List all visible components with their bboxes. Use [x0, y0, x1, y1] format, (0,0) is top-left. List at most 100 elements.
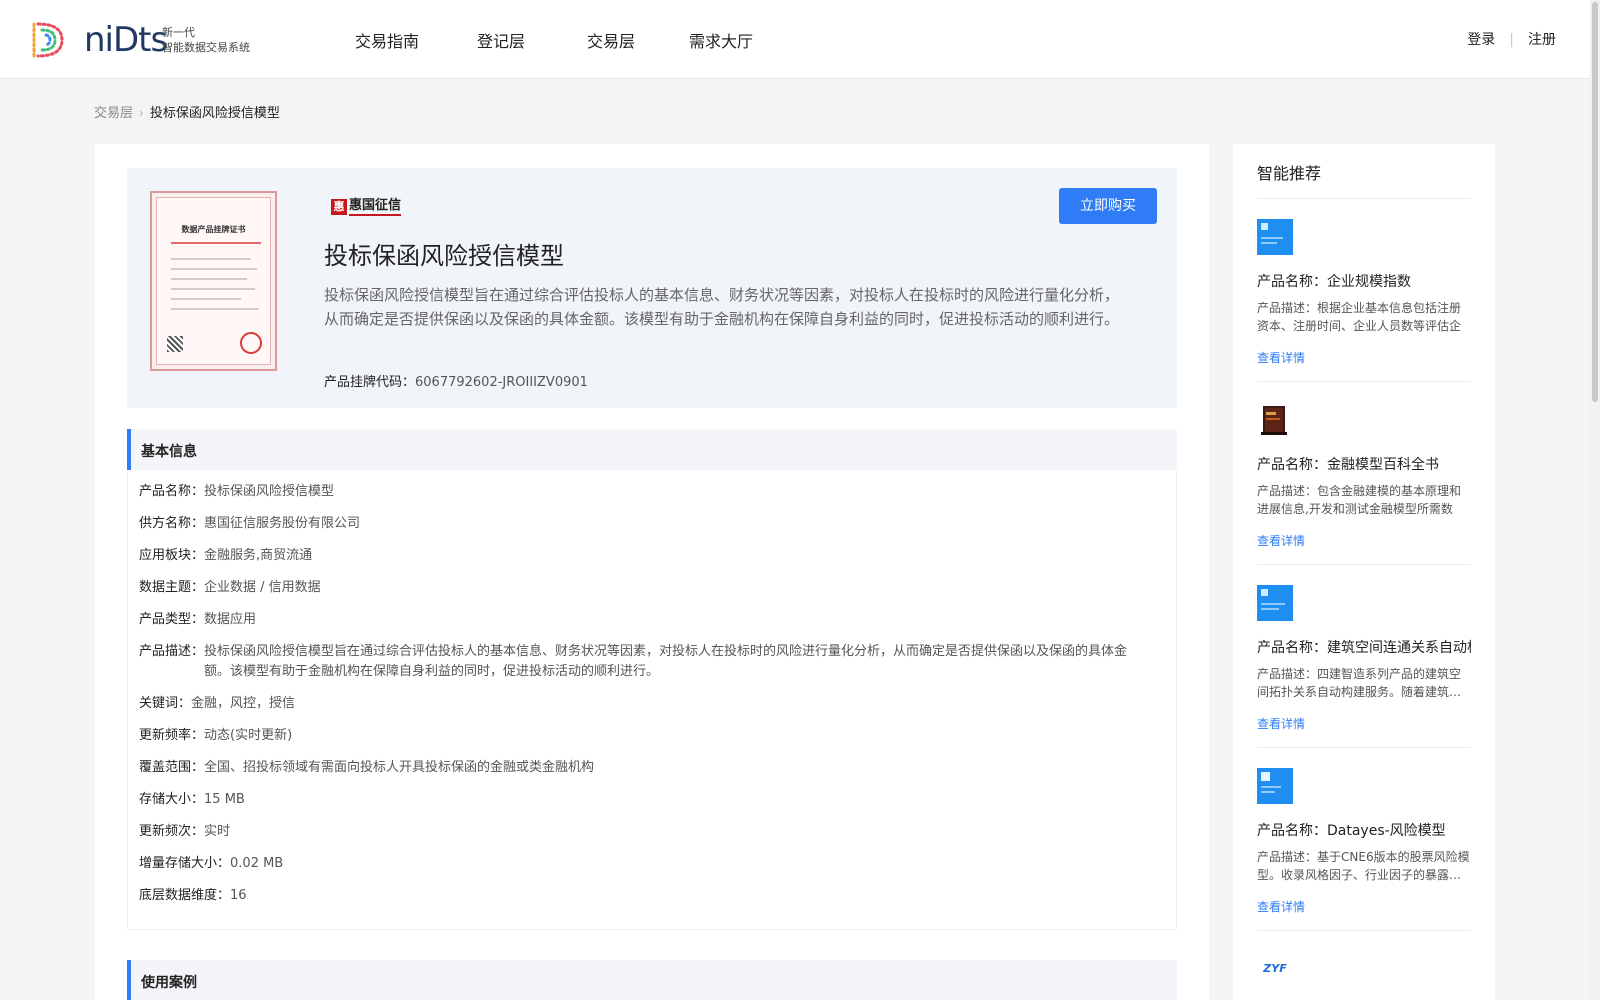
info-value: 15 MB: [204, 792, 245, 807]
use-cases-header: 使用案例: [127, 960, 1177, 1000]
view-details-link[interactable]: 查看详情: [1257, 898, 1305, 915]
top-header: niDts 新一代 智能数据交易系统 交易指南 登记层 交易层 需求大厅 登录 |…: [0, 0, 1600, 79]
view-details-link[interactable]: 查看详情: [1257, 532, 1305, 549]
breadcrumb: 交易层 › 投标保函风险授信模型: [94, 102, 280, 121]
info-row-dimensions: 底层数据维度：16: [139, 886, 247, 906]
info-value: 惠国征信服务股份有限公司: [204, 516, 361, 531]
basic-info-list: 产品名称：投标保函风险授信模型 供方名称：惠国征信服务股份有限公司 应用板块：金…: [127, 472, 1177, 930]
register-link[interactable]: 注册: [1528, 32, 1556, 48]
recommendation-description: 产品描述：包含金融建模的基本原理和进展信息,开发和测试金融模型所需数据…: [1257, 484, 1462, 516]
certificate-line: [171, 308, 259, 310]
auth-divider: |: [1509, 32, 1514, 48]
certificate-line: [171, 278, 247, 280]
page-scrollbar[interactable]: [1590, 0, 1600, 1000]
view-details-link[interactable]: 查看详情: [1257, 349, 1305, 366]
certificate-line: [171, 268, 257, 270]
product-thumbnail-icon: [1257, 219, 1293, 255]
info-label: 增量存储大小：: [139, 856, 231, 871]
info-value: 动态(实时更新): [204, 728, 293, 743]
info-row-storage-size: 存储大小：15 MB: [139, 790, 245, 810]
provider-brand-logo: 惠惠国征信: [331, 198, 402, 216]
brand-mark-icon: 惠: [331, 199, 347, 215]
info-row-type: 产品类型：数据应用: [139, 610, 256, 630]
certificate-line: [171, 258, 251, 260]
info-label: 产品类型：: [139, 612, 205, 627]
nav-trading-guide[interactable]: 交易指南: [355, 28, 419, 52]
logo-subtitle-2: 智能数据交易系统: [162, 41, 250, 54]
info-label: 底层数据维度：: [139, 888, 231, 903]
certificate-title: 数据产品挂牌证书: [181, 225, 246, 234]
product-detail-card: 数据产品挂牌证书 惠惠国征信 立即购买 投标保函风险授信模型 投标保函风险授信模…: [95, 144, 1209, 1000]
basic-info-header: 基本信息: [127, 429, 1177, 470]
recommendation-name: 产品名称：建筑空间连通关系自动构建服务: [1257, 640, 1471, 656]
info-value: 0.02 MB: [230, 856, 284, 871]
breadcrumb-parent[interactable]: 交易层: [94, 106, 133, 121]
sidebar-title: 智能推荐: [1257, 164, 1322, 183]
qr-code-icon: [167, 336, 183, 352]
login-link[interactable]: 登录: [1467, 32, 1495, 48]
nav-trading-layer[interactable]: 交易层: [587, 28, 635, 52]
buy-now-button[interactable]: 立即购买: [1059, 188, 1157, 224]
chevron-right-icon: ›: [139, 106, 144, 120]
certificate-line: [171, 288, 255, 290]
logo-subtitle-1: 新一代: [162, 26, 195, 39]
product-code-label: 产品挂牌代码：: [324, 375, 416, 390]
breadcrumb-current: 投标保函风险授信模型: [149, 106, 280, 121]
recommendation-sidebar: 智能推荐 产品名称：企业规模指数 产品描述：根据企业基本信息包括注册资本、注册时…: [1233, 144, 1495, 1000]
info-row-update-frequency: 更新频率：动态(实时更新): [139, 726, 292, 746]
product-code-value: 6067792602-JROIIIZV0901: [415, 375, 588, 390]
product-code: 产品挂牌代码：6067792602-JROIIIZV0901: [324, 371, 588, 390]
recommendation-description: 产品描述：根据企业基本信息包括注册资本、注册时间、企业人员数等评估企业规模…: [1257, 301, 1462, 333]
info-value: 金融服务,商贸流通: [204, 548, 313, 563]
auth-links: 登录 | 注册: [1467, 29, 1556, 49]
nav-registration-layer[interactable]: 登记层: [477, 28, 525, 52]
basic-info-heading: 基本信息: [141, 444, 197, 460]
scrollbar-thumb[interactable]: [1592, 2, 1598, 402]
info-label: 更新频次：: [139, 824, 205, 839]
info-row-topic: 数据主题：企业数据 / 信用数据: [139, 578, 321, 598]
product-description: 投标保函风险授信模型旨在通过综合评估投标人的基本信息、财务状况等因素，对投标人在…: [324, 286, 1120, 328]
info-value: 16: [230, 888, 247, 903]
divider: [1257, 930, 1471, 931]
product-thumbnail-icon: [1257, 768, 1293, 804]
info-row-incremental-size: 增量存储大小：0.02 MB: [139, 854, 283, 874]
info-value: 实时: [204, 824, 231, 839]
info-label: 更新频率：: [139, 728, 205, 743]
zyf-logo-icon: ZYF: [1263, 962, 1287, 975]
product-hero: 数据产品挂牌证书 惠惠国征信 立即购买 投标保函风险授信模型 投标保函风险授信模…: [127, 168, 1177, 408]
product-thumbnail-icon: [1257, 585, 1293, 621]
product-title: 投标保函风险授信模型: [324, 242, 564, 270]
recommendation-name: 产品名称：企业规模指数: [1257, 274, 1411, 290]
info-row-sector: 应用板块：金融服务,商贸流通: [139, 546, 312, 566]
logo-d-icon: [32, 22, 64, 58]
info-label: 数据主题：: [139, 580, 205, 595]
info-label: 产品描述：: [139, 644, 205, 659]
info-value: 数据应用: [204, 612, 257, 627]
info-value: 全国、招投标领域有需面向投标人开具投标保函的金融或类金融机构: [204, 760, 595, 775]
info-label: 产品名称：: [139, 484, 205, 499]
info-value: 投标保函风险授信模型旨在通过综合评估投标人的基本信息、财务状况等因素，对投标人在…: [204, 644, 1128, 679]
certificate-line: [171, 242, 261, 244]
site-logo[interactable]: niDts 新一代 智能数据交易系统: [28, 18, 258, 62]
info-row-coverage: 覆盖范围：全国、招投标领域有需面向投标人开具投标保函的金融或类金融机构: [139, 758, 594, 778]
info-row-description: 产品描述：投标保函风险授信模型旨在通过综合评估投标人的基本信息、财务状况等因素，…: [139, 642, 1149, 682]
info-value: 企业数据 / 信用数据: [204, 580, 321, 595]
divider: [1257, 198, 1471, 199]
certificate-line: [171, 298, 241, 300]
nav-demand-hall[interactable]: 需求大厅: [689, 28, 753, 52]
info-label: 供方名称：: [139, 516, 205, 531]
info-row-product-name: 产品名称：投标保函风险授信模型: [139, 482, 334, 502]
certificate-frame: 数据产品挂牌证书: [156, 197, 271, 365]
certificate-image[interactable]: 数据产品挂牌证书: [150, 191, 277, 371]
info-label: 覆盖范围：: [139, 760, 205, 775]
info-value: 金融，风控，授信: [191, 696, 296, 711]
info-row-keywords: 关键词：金融，风控，授信: [139, 694, 295, 714]
view-details-link[interactable]: 查看详情: [1257, 715, 1305, 732]
info-value: 投标保函风险授信模型: [204, 484, 335, 499]
book-icon: [1257, 402, 1293, 438]
divider: [1257, 747, 1471, 748]
use-cases-heading: 使用案例: [141, 975, 197, 991]
recommendation-description: 产品描述：四建智造系列产品的建筑空间拓扑关系自动构建服务。随着建筑…: [1257, 667, 1462, 699]
divider: [1257, 381, 1471, 382]
info-row-provider: 供方名称：惠国征信服务股份有限公司: [139, 514, 360, 534]
